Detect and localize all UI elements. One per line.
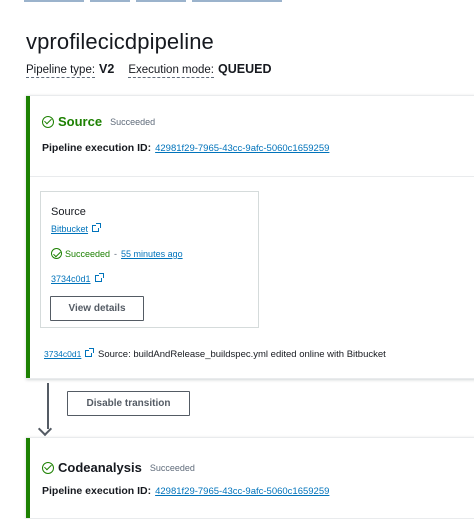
stage-name: Codeanalysis (58, 460, 142, 475)
summary-commit-link[interactable]: 3734c0d1 (44, 349, 81, 359)
page-title: vprofilecicdpipeline (26, 29, 214, 54)
execution-id-label: Pipeline execution ID: (42, 485, 152, 497)
execution-id-link[interactable]: 42981f29-7965-43cc-9afc-5060c1659259 (155, 486, 329, 497)
pipeline-type-label: Pipeline type: (26, 64, 96, 78)
status-separator: - (114, 248, 118, 259)
pipeline-type-value: V2 (99, 62, 115, 76)
stage-status: Succeeded (149, 462, 195, 473)
execution-mode-label: Execution mode: (128, 64, 215, 78)
action-card-source: Source Bitbucket Succeeded - 55 minutes … (40, 191, 259, 328)
external-link-icon[interactable] (92, 223, 102, 232)
execution-mode-value: QUEUED (218, 62, 272, 76)
action-status-text: Succeeded (65, 248, 111, 259)
stage-status-bar (26, 96, 30, 378)
action-title: Source (51, 206, 86, 218)
execution-id-label: Pipeline execution ID: (42, 142, 152, 154)
commit-link[interactable]: 3734c0d1 (51, 274, 91, 284)
external-link-icon[interactable] (85, 348, 95, 357)
stage-divider (30, 176, 474, 177)
pipeline-execution-id: Pipeline execution ID: 42981f29-7965-43cc… (42, 485, 329, 497)
action-status: Succeeded - 55 minutes ago (51, 248, 183, 259)
stage-name: Source (58, 114, 103, 129)
check-circle-icon (42, 115, 54, 128)
external-link-icon[interactable] (94, 273, 104, 282)
disable-transition-button[interactable]: Disable transition (67, 391, 190, 416)
transition-arrow-line (47, 383, 49, 429)
pipeline-execution-id: Pipeline execution ID: 42981f29-7965-43cc… (42, 142, 329, 154)
action-commit: 3734c0d1 (51, 273, 104, 284)
source-summary: 3734c0d1 Source: buildAndRelease_buildsp… (44, 348, 386, 360)
stage-codeanalysis: Codeanalysis Succeeded Pipeline executio… (26, 437, 474, 519)
stage-status-bar (26, 438, 30, 518)
provider-link[interactable]: Bitbucket (51, 224, 88, 234)
stage-header: Source Succeeded (42, 114, 155, 129)
action-time-link[interactable]: 55 minutes ago (121, 249, 183, 259)
action-provider: Bitbucket (51, 223, 102, 234)
execution-id-link[interactable]: 42981f29-7965-43cc-9afc-5060c1659259 (155, 143, 329, 154)
stage-status: Succeeded (110, 116, 156, 127)
summary-text: Source: buildAndRelease_buildspec.yml ed… (97, 349, 386, 360)
check-circle-icon (51, 248, 62, 259)
view-details-button[interactable]: View details (50, 296, 144, 321)
pipeline-meta: Pipeline type: V2 Execution mode: QUEUED (26, 62, 272, 78)
breadcrumb (24, 0, 384, 4)
stage-header: Codeanalysis Succeeded (42, 460, 195, 475)
check-circle-icon (42, 461, 54, 474)
arrow-down-icon (37, 421, 53, 437)
